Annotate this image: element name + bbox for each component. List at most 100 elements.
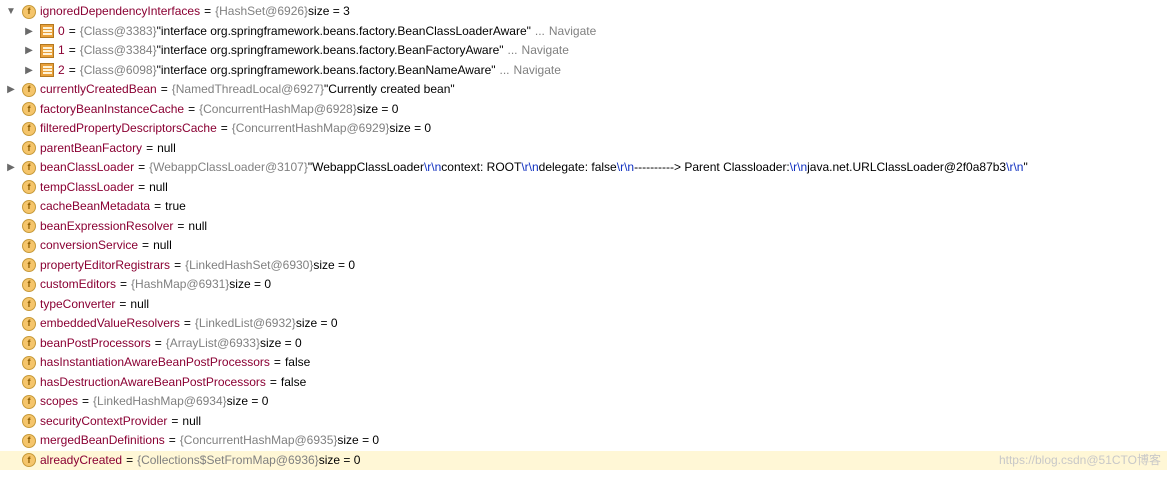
string-value: "interface org.springframework.beans.fac… [157, 22, 531, 42]
tail-value: null [149, 178, 168, 198]
ellipsis: ... [535, 22, 545, 42]
string-value: "Currently created bean" [324, 80, 455, 100]
navigate-link[interactable]: Navigate [522, 41, 569, 61]
tree-row[interactable]: fconversionService = null [0, 236, 1167, 256]
ellipsis: ... [508, 41, 518, 61]
tail-value: size = 0 [337, 431, 379, 451]
field-name: parentBeanFactory [40, 139, 142, 159]
tail-value: size = 0 [389, 119, 431, 139]
field-name: propertyEditorRegistrars [40, 256, 170, 276]
tree-row[interactable]: ftempClassLoader = null [0, 178, 1167, 198]
field-icon: f [22, 239, 36, 253]
tail-value: false [281, 373, 306, 393]
field-name: 0 [58, 22, 65, 42]
tree-row[interactable]: ftypeConverter = null [0, 295, 1167, 315]
tree-row[interactable]: falreadyCreated = {Collections$SetFromMa… [0, 451, 1167, 471]
object-ref: {Class@6098} [80, 61, 157, 81]
field-icon: f [22, 219, 36, 233]
tail-value: size = 0 [260, 334, 302, 354]
tree-row[interactable]: ▶fcurrentlyCreatedBean = {NamedThreadLoc… [0, 80, 1167, 100]
tree-row[interactable]: f hasInstantiationAwareBeanPostProcessors… [0, 353, 1167, 373]
tree-row[interactable]: ▶0 = {Class@3383} "interface org.springf… [0, 22, 1167, 42]
tree-row[interactable]: ▼fignoredDependencyInterfaces = {HashSet… [0, 2, 1167, 22]
tree-row[interactable]: ffactoryBeanInstanceCache = {ConcurrentH… [0, 100, 1167, 120]
navigate-link[interactable]: Navigate [514, 61, 561, 81]
field-name: typeConverter [40, 295, 115, 315]
tail-value: null [182, 412, 201, 432]
expand-collapse-icon[interactable]: ▼ [4, 5, 18, 19]
equals-sign: = [161, 80, 168, 100]
string-segment: java.net.URLClassLoader@2f0a87b3 [807, 158, 1006, 178]
equals-sign: = [146, 139, 153, 159]
field-name: tempClassLoader [40, 178, 134, 198]
equals-sign: = [138, 178, 145, 198]
tree-row[interactable]: fhasDestructionAwareBeanPostProcessors =… [0, 373, 1167, 393]
field-name: beanClassLoader [40, 158, 134, 178]
expand-collapse-icon[interactable]: ▶ [22, 63, 36, 77]
field-name: alreadyCreated [40, 451, 122, 471]
field-name: factoryBeanInstanceCache [40, 100, 184, 120]
tree-row[interactable]: fcacheBeanMetadata = true [0, 197, 1167, 217]
field-icon: f [22, 395, 36, 409]
equals-sign: = [69, 61, 76, 81]
field-icon: f [22, 258, 36, 272]
object-ref: {LinkedHashMap@6934} [93, 392, 227, 412]
field-name: scopes [40, 392, 78, 412]
object-ref: {Class@3383} [80, 22, 157, 42]
tree-row[interactable]: ▶1 = {Class@3384} "interface org.springf… [0, 41, 1167, 61]
tree-row[interactable]: fembeddedValueResolvers = {LinkedList@69… [0, 314, 1167, 334]
tree-row[interactable]: fscopes = {LinkedHashMap@6934} size = 0 [0, 392, 1167, 412]
field-name: hasInstantiationAwareBeanPostProcessors [40, 353, 270, 373]
field-icon: f [22, 297, 36, 311]
object-ref: {ConcurrentHashMap@6935} [180, 431, 338, 451]
object-ref: {NamedThreadLocal@6927} [172, 80, 324, 100]
variable-tree: ▼fignoredDependencyInterfaces = {HashSet… [0, 2, 1167, 470]
object-ref: {LinkedList@6932} [195, 314, 296, 334]
tree-row[interactable]: fbeanExpressionResolver = null [0, 217, 1167, 237]
field-name: securityContextProvider [40, 412, 167, 432]
equals-sign: = [221, 119, 228, 139]
tree-row[interactable]: ▶fbeanClassLoader = {WebappClassLoader@3… [0, 158, 1167, 178]
object-ref: {Class@3384} [80, 41, 157, 61]
tail-value: size = 0 [357, 100, 399, 120]
field-icon: f [22, 356, 36, 370]
object-ref: {HashMap@6931} [131, 275, 229, 295]
object-ref: {LinkedHashSet@6930} [185, 256, 313, 276]
field-icon: f [22, 141, 36, 155]
field-icon: f [22, 375, 36, 389]
string-segment: ----------> Parent Classloader: [634, 158, 790, 178]
array-index-icon [40, 44, 54, 58]
equals-sign: = [169, 431, 176, 451]
tree-row[interactable]: fsecurityContextProvider = null [0, 412, 1167, 432]
field-icon: f [22, 453, 36, 467]
string-value: "interface org.springframework.beans.fac… [157, 61, 496, 81]
object-ref: {ArrayList@6933} [166, 334, 260, 354]
field-name: embeddedValueResolvers [40, 314, 180, 334]
tree-row[interactable]: fcustomEditors = {HashMap@6931} size = 0 [0, 275, 1167, 295]
tree-row[interactable]: ffilteredPropertyDescriptorsCache = {Con… [0, 119, 1167, 139]
field-icon: f [22, 200, 36, 214]
tree-row[interactable]: fmergedBeanDefinitions = {ConcurrentHash… [0, 431, 1167, 451]
field-name: conversionService [40, 236, 138, 256]
navigate-link[interactable]: Navigate [549, 22, 596, 42]
object-ref: {Collections$SetFromMap@6936} [137, 451, 319, 471]
expand-collapse-icon[interactable]: ▶ [4, 83, 18, 97]
array-index-icon [40, 24, 54, 38]
expand-collapse-icon[interactable]: ▶ [22, 24, 36, 38]
expand-collapse-icon[interactable]: ▶ [4, 161, 18, 175]
tree-row[interactable]: fbeanPostProcessors = {ArrayList@6933} s… [0, 334, 1167, 354]
tail-value: size = 0 [313, 256, 355, 276]
string-value: "interface org.springframework.beans.fac… [157, 41, 504, 61]
field-icon: f [22, 336, 36, 350]
tree-row[interactable]: fpropertyEditorRegistrars = {LinkedHashS… [0, 256, 1167, 276]
field-icon: f [22, 122, 36, 136]
tree-row[interactable]: ▶2 = {Class@6098} "interface org.springf… [0, 61, 1167, 81]
equals-sign: = [171, 412, 178, 432]
expand-collapse-icon[interactable]: ▶ [22, 44, 36, 58]
escape-sequence: \r\n [424, 158, 441, 178]
equals-sign: = [154, 197, 161, 217]
tail-value: null [130, 295, 149, 315]
tree-row[interactable]: fparentBeanFactory = null [0, 139, 1167, 159]
string-segment: "WebappClassLoader [308, 158, 424, 178]
object-ref: {ConcurrentHashMap@6929} [232, 119, 390, 139]
